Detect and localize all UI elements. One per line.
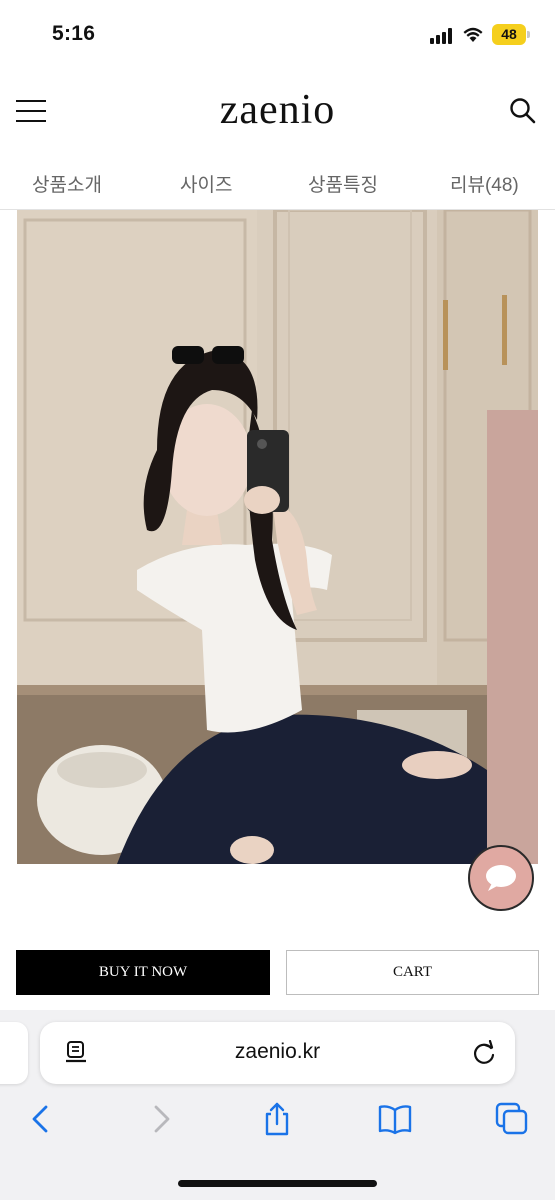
tab-product-intro[interactable]: 상품소개 <box>32 170 102 197</box>
forward-icon[interactable] <box>144 1102 178 1136</box>
cart-button[interactable]: CART <box>286 950 539 995</box>
tab-size[interactable]: 사이즈 <box>180 170 232 197</box>
cellular-signal-icon <box>430 28 454 44</box>
chat-button[interactable] <box>468 845 534 911</box>
site-logo[interactable]: zaenio <box>0 86 555 134</box>
tabs-icon[interactable] <box>495 1102 529 1136</box>
status-time: 5:16 <box>52 22 96 45</box>
back-icon[interactable] <box>24 1102 58 1136</box>
product-tabs: 상품소개 사이즈 상품특징 리뷰(48) <box>0 160 555 210</box>
status-bar: 5:16 48 <box>0 0 555 70</box>
tab-features[interactable]: 상품특징 <box>308 170 378 197</box>
browser-toolbar: zaenio.kr <box>0 1010 555 1200</box>
share-icon[interactable] <box>260 1102 294 1136</box>
home-indicator <box>178 1180 377 1187</box>
reload-icon[interactable] <box>471 1040 497 1066</box>
site-header: zaenio <box>0 70 555 155</box>
battery-tip <box>527 31 530 38</box>
bookmarks-icon[interactable] <box>378 1102 412 1136</box>
chat-icon <box>486 865 516 891</box>
wifi-icon <box>463 27 483 42</box>
url-text: zaenio.kr <box>234 1040 321 1063</box>
buy-it-now-button[interactable]: BUY IT NOW <box>16 950 270 995</box>
product-photo <box>17 210 538 864</box>
tab-reviews[interactable]: 리뷰(48) <box>450 170 519 197</box>
address-bar[interactable]: zaenio.kr <box>40 1022 515 1084</box>
battery-indicator: 48 <box>492 24 526 45</box>
previous-tab-card[interactable] <box>0 1022 28 1084</box>
search-icon[interactable] <box>508 96 538 126</box>
